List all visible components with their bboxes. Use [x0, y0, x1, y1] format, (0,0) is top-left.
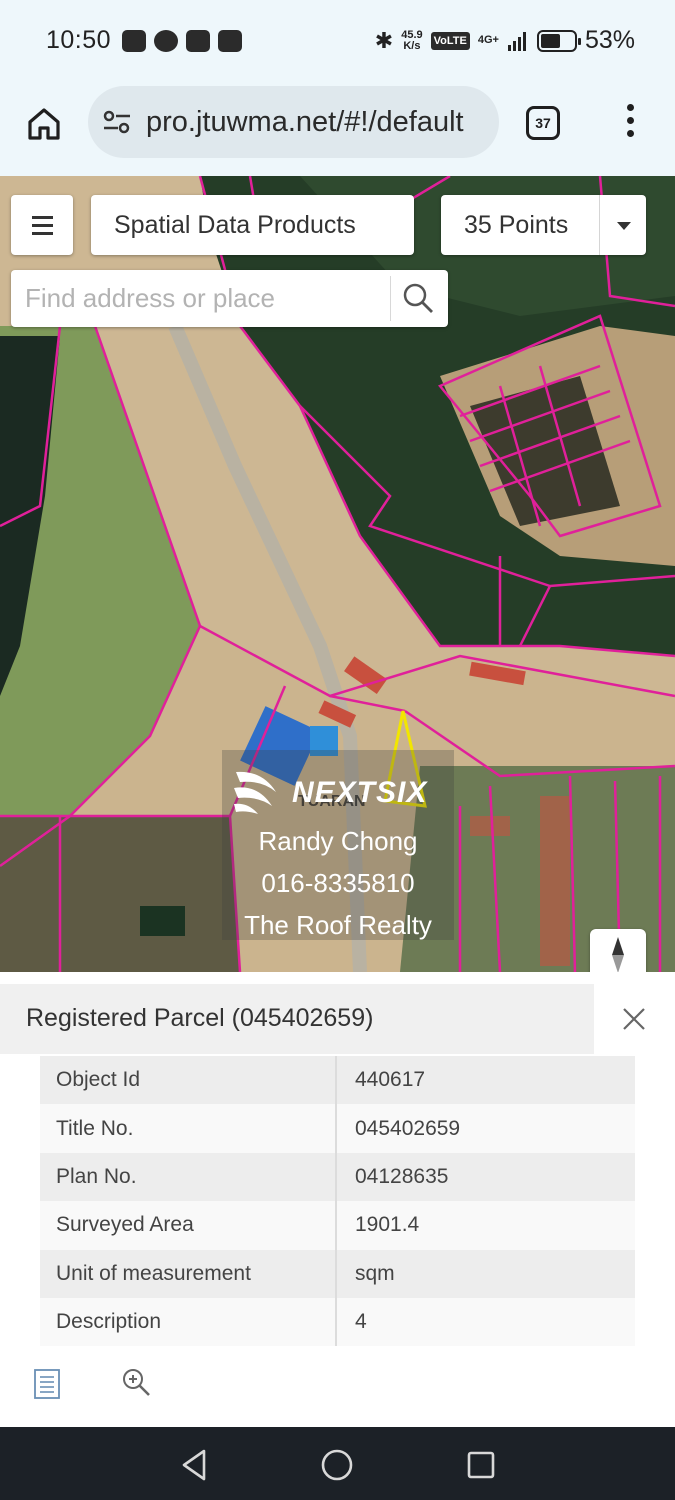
table-row: Title No. 045402659 [40, 1104, 635, 1153]
zoom-to-icon[interactable] [119, 1365, 153, 1399]
table-row: Plan No. 04128635 [40, 1152, 635, 1202]
attribute-label: Plan No. [40, 1152, 337, 1202]
watermark: NEXTSIX Randy Chong 016-8335810 The Roof… [222, 750, 454, 940]
table-row: Object Id 440617 [40, 1056, 635, 1105]
alarm-icon [154, 30, 178, 52]
browser-toolbar: pro.jtuwma.net/#!/default 37 [0, 84, 675, 176]
attribute-label: Unit of measurement [40, 1249, 337, 1298]
nextsix-logo-icon [234, 771, 276, 814]
nfc-icon [122, 30, 146, 52]
table-row: Surveyed Area 1901.4 [40, 1201, 635, 1250]
points-label[interactable]: 35 Points [464, 211, 568, 240]
attribute-value: 1901.4 [336, 1201, 635, 1250]
dropdown-divider [599, 195, 600, 255]
watermark-name: Randy Chong [258, 826, 418, 856]
signal-icon [507, 31, 526, 51]
watermark-brand: NEXTSIX [292, 776, 428, 809]
attribute-value: 045402659 [336, 1104, 635, 1153]
network-type: 4G+ [477, 34, 499, 46]
map-view[interactable]: TUARAN Spatial Data Products 35 Points N… [0, 176, 675, 972]
attribute-label: Object Id [40, 1056, 337, 1105]
close-icon[interactable] [620, 1005, 648, 1033]
search-icon[interactable] [401, 281, 435, 315]
attribute-label: Surveyed Area [40, 1201, 337, 1250]
table-row: Unit of measurement sqm [40, 1249, 635, 1298]
bluetooth-icon: ✱ [374, 27, 394, 53]
compass-needle [612, 937, 624, 972]
attribute-label: Description [40, 1297, 337, 1347]
system-icons: ✱ 45.9 K/s VoLTE 4G+ 53% [375, 26, 635, 55]
watermark-phone: 016-8335810 [261, 868, 415, 898]
map-title[interactable]: Spatial Data Products [91, 195, 414, 255]
youtube-icon [186, 30, 210, 52]
battery-percent: 53% [584, 26, 635, 54]
volte-badge: VoLTE [430, 31, 470, 50]
search-divider [390, 276, 391, 321]
attribute-value: 4 [336, 1297, 635, 1347]
watermark-company: The Roof Realty [244, 910, 432, 940]
attribute-value: 04128635 [336, 1152, 635, 1202]
notification-icons [122, 30, 242, 52]
network-speed: 45.9 K/s [401, 28, 423, 52]
system-nav-bar [0, 1427, 675, 1500]
table-row: Description 4 [40, 1297, 635, 1347]
address-bar[interactable]: pro.jtuwma.net/#!/default [88, 86, 499, 158]
attribute-table: Object Id 440617 Title No. 045402659 Plan … [40, 1056, 635, 1347]
hamburger-menu-icon[interactable] [11, 195, 73, 255]
attribute-value: 440617 [336, 1056, 635, 1105]
attribute-table-icon[interactable] [30, 1367, 64, 1401]
dropdown-caret-icon[interactable] [617, 222, 631, 230]
home-icon[interactable] [24, 104, 64, 144]
youtube-icon [218, 30, 242, 52]
site-settings-icon[interactable] [102, 110, 132, 134]
feature-popup: Registered Parcel (045402659) Object Id 4… [0, 972, 675, 1427]
popup-title: Registered Parcel (045402659) [26, 1004, 374, 1032]
url-text[interactable]: pro.jtuwma.net/#!/default [146, 106, 464, 139]
back-icon[interactable] [174, 1445, 214, 1485]
compass-icon[interactable] [590, 929, 646, 972]
search-input[interactable] [11, 270, 391, 327]
popup-header: Registered Parcel (045402659) [0, 984, 594, 1054]
recents-icon[interactable] [461, 1445, 501, 1485]
attribute-label: Title No. [40, 1104, 337, 1153]
more-vert-icon[interactable] [622, 104, 638, 144]
tabs-icon[interactable]: 37 [526, 106, 560, 140]
status-bar: 10:50 ✱ 45.9 K/s VoLTE 4G+ 53% [0, 0, 675, 84]
battery-icon [536, 29, 581, 52]
search-widget[interactable] [11, 270, 448, 327]
status-time: 10:50 [46, 26, 112, 54]
attribute-value: sqm [336, 1249, 635, 1298]
home-circle-icon[interactable] [317, 1445, 357, 1485]
points-dropdown[interactable]: 35 Points [441, 195, 646, 255]
